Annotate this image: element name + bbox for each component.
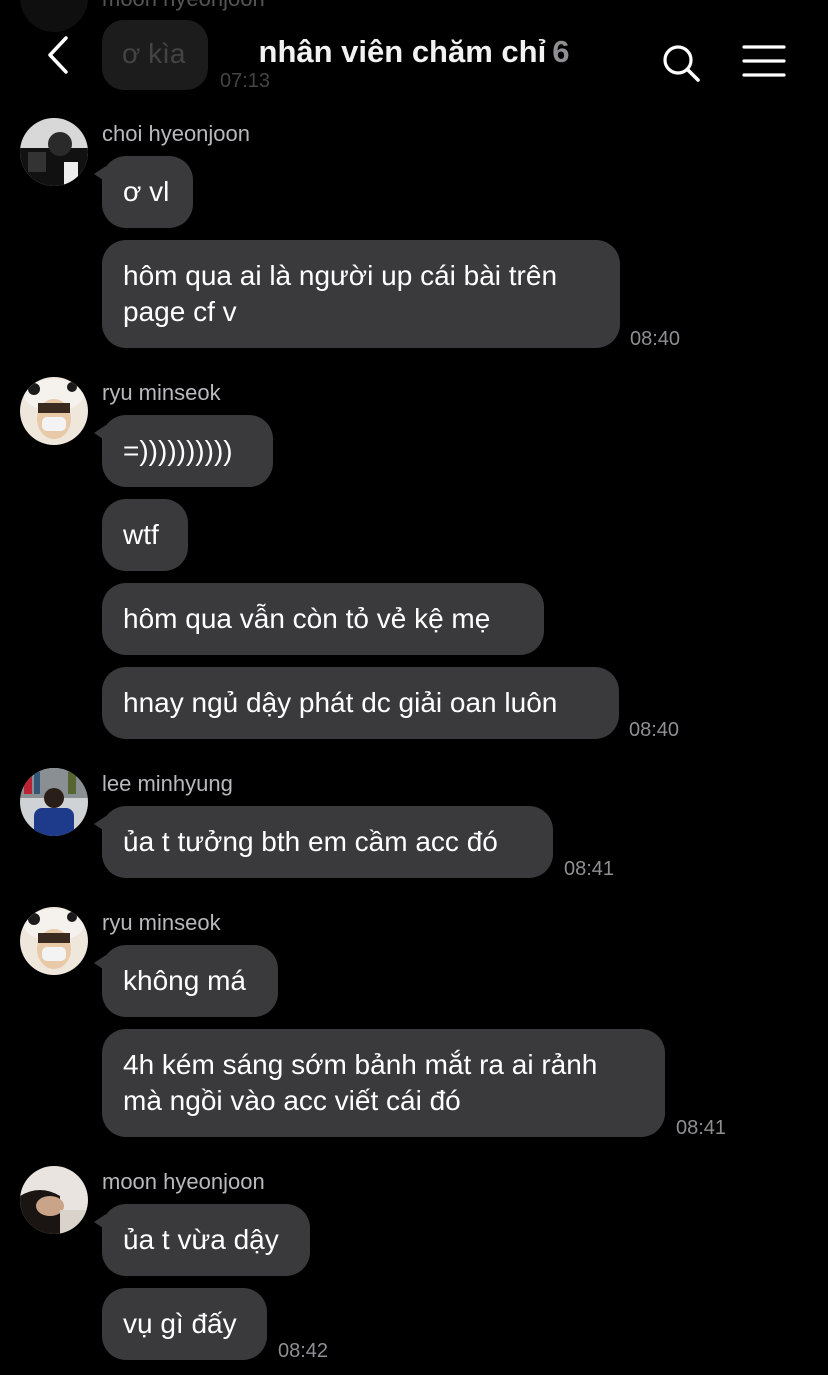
profile-photo-icon: [20, 377, 88, 445]
sender-name: choi hyeonjoon: [102, 121, 251, 146]
message-time: 08:40: [629, 719, 680, 741]
profile-photo-icon: [20, 768, 88, 836]
message-bubble[interactable]: hnay ngủ dậy phát dc giải oan luôn: [102, 667, 619, 739]
message-bubble[interactable]: =)))))))))): [94, 415, 273, 487]
message-text: ơ vl: [123, 176, 170, 207]
sender-name: moon hyeonjoon: [102, 1169, 265, 1194]
message-text: ủa t vừa dậy: [123, 1224, 279, 1255]
group-name: nhân viên chăm chỉ: [258, 34, 547, 69]
message-bubble[interactable]: ơ vl: [94, 156, 193, 228]
sender-name: ryu minseok: [102, 910, 221, 935]
message-bubble[interactable]: hôm qua ai là người up cái bài trên page…: [102, 240, 620, 348]
avatar[interactable]: [20, 377, 88, 445]
message-text: hôm qua ai là người up cái bài trên page…: [123, 260, 558, 327]
message-text: hôm qua vẫn còn tỏ vẻ kệ mẹ: [123, 603, 491, 634]
message-time: 08:40: [630, 328, 681, 350]
message-text: =)))))))))): [123, 435, 233, 466]
avatar[interactable]: [20, 768, 88, 836]
message-text: không má: [123, 965, 246, 996]
chat-screen: moon hyeonjoon ơ kìa 07:13 nhân viên chă…: [0, 0, 828, 1375]
message-text: 4h kém sáng sớm bảnh mắt ra ai rảnh mà n…: [123, 1049, 598, 1116]
avatar[interactable]: [20, 907, 88, 975]
message-text: wtf: [123, 519, 159, 550]
search-button[interactable]: [660, 42, 702, 84]
message-text: hnay ngủ dậy phát dc giải oan luôn: [123, 687, 558, 718]
message-bubble[interactable]: vụ gì đấy: [102, 1288, 267, 1360]
chat-header: nhân viên chăm chỉ 6: [0, 0, 828, 110]
message-bubble[interactable]: không má: [94, 945, 278, 1017]
message-text: ủa t tưởng bth em cầm acc đó: [123, 826, 498, 857]
menu-button[interactable]: [742, 44, 786, 78]
chat-title: nhân viên chăm chỉ 6: [0, 34, 828, 70]
sender-name: lee minhyung: [102, 771, 233, 796]
search-icon: [663, 45, 700, 82]
hamburger-menu-icon: [742, 45, 786, 77]
message-bubble[interactable]: wtf: [102, 499, 188, 571]
message-bubble[interactable]: ủa t vừa dậy: [94, 1204, 310, 1276]
message-time: 08:42: [278, 1340, 329, 1362]
sender-name: ryu minseok: [102, 380, 221, 405]
profile-photo-icon: [20, 118, 88, 186]
message-bubble[interactable]: ủa t tưởng bth em cầm acc đó: [94, 806, 553, 878]
message-bubble[interactable]: hôm qua vẫn còn tỏ vẻ kệ mẹ: [102, 583, 544, 655]
message-text: vụ gì đấy: [123, 1308, 237, 1339]
message-time: 08:41: [676, 1117, 727, 1139]
message-time: 08:41: [564, 858, 615, 880]
avatar[interactable]: [20, 1166, 88, 1234]
member-count: 6: [552, 34, 570, 69]
avatar[interactable]: [20, 118, 88, 186]
profile-photo-icon: [20, 907, 88, 975]
profile-photo-icon: [20, 1166, 88, 1234]
message-bubble[interactable]: 4h kém sáng sớm bảnh mắt ra ai rảnh mà n…: [102, 1029, 665, 1137]
